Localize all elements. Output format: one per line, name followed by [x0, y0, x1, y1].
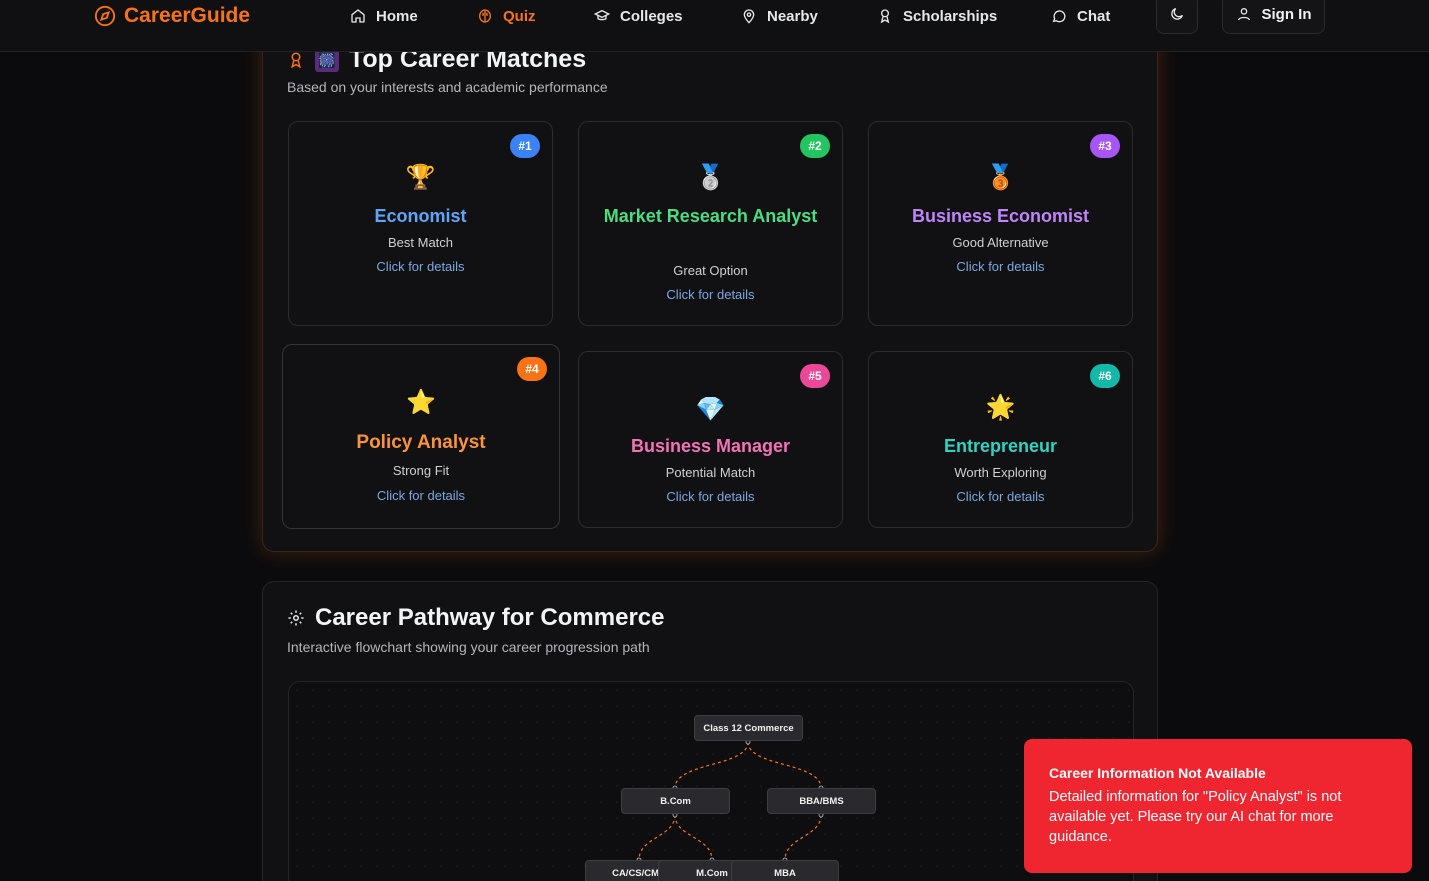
flowchart-edges	[636, 739, 824, 863]
rank-badge: #5	[800, 364, 830, 388]
nav-nearby-label: Nearby	[767, 7, 818, 25]
user-icon	[1237, 7, 1250, 21]
nav-home-label: Home	[376, 7, 418, 25]
glowing-star-icon: 🌟	[985, 394, 1016, 421]
details-link[interactable]: Click for details	[869, 259, 1132, 274]
rank-badge: #1	[510, 134, 540, 158]
nav-scholarships-label: Scholarships	[903, 7, 998, 25]
toast-title: Career Information Not Available	[1049, 765, 1266, 781]
rank-badge: #6	[1090, 364, 1120, 388]
moon-icon	[1171, 8, 1183, 20]
rank-badge: #4	[517, 357, 547, 381]
compass-icon	[94, 5, 116, 27]
career-title: Policy Analyst	[356, 432, 486, 453]
graduation-cap-icon	[594, 9, 610, 21]
details-link[interactable]: Click for details	[289, 259, 552, 274]
career-pathway-subtitle: Interactive flowchart showing your caree…	[287, 639, 650, 655]
message-icon	[1052, 10, 1066, 23]
flow-node-mba[interactable]: MBA	[731, 860, 839, 881]
nav-home[interactable]: Home	[350, 4, 418, 28]
career-tag: Great Option	[673, 263, 748, 278]
map-pin-icon	[743, 9, 755, 24]
nav-chat-label: Chat	[1077, 7, 1111, 25]
career-title: Market Research Analyst	[603, 206, 818, 226]
rank-badge: #3	[1090, 134, 1120, 158]
sign-in-label: Sign In	[1261, 5, 1312, 23]
career-title: Entrepreneur	[943, 436, 1058, 456]
theme-toggle-button[interactable]	[1156, 0, 1198, 34]
top-navbar: CareerGuide Home Quiz Colleges Nearby Sc…	[0, 0, 1429, 52]
details-link[interactable]: Click for details	[869, 489, 1132, 504]
nav-chat[interactable]: Chat	[1051, 4, 1110, 28]
career-card-policy-analyst[interactable]: #4 ⭐ Policy Analyst Strong Fit Click for…	[282, 344, 560, 529]
nav-nearby[interactable]: Nearby	[741, 4, 818, 28]
career-card-economist[interactable]: #1 🏆 Economist Best Match Click for deta…	[288, 121, 553, 326]
flow-node-bcom[interactable]: B.Com	[621, 788, 730, 814]
nav-colleges[interactable]: Colleges	[594, 4, 683, 28]
brand-logo[interactable]: CareerGuide	[94, 4, 250, 28]
gear-icon	[288, 610, 304, 626]
flow-node-class12[interactable]: Class 12 Commerce	[694, 715, 803, 741]
brand-name: CareerGuide	[124, 4, 251, 27]
details-link[interactable]: Click for details	[579, 287, 842, 302]
nav-quiz-label: Quiz	[503, 7, 536, 25]
bronze-medal-icon: 🥉	[985, 164, 1016, 191]
brain-icon	[479, 9, 491, 23]
career-title: Business Economist	[911, 206, 1090, 226]
silver-medal-icon: 🥈	[695, 164, 726, 191]
error-toast[interactable]: Career Information Not Available Detaile…	[1024, 739, 1412, 873]
career-title: Economist	[374, 206, 467, 226]
nav-colleges-label: Colleges	[620, 7, 683, 25]
career-card-business-economist[interactable]: #3 🥉 Business Economist Good Alternative…	[868, 121, 1133, 326]
career-tag: Potential Match	[665, 465, 756, 480]
career-card-market-research-analyst[interactable]: #2 🥈 Market Research Analyst Great Optio…	[578, 121, 843, 326]
career-title: Business Manager	[630, 436, 791, 456]
career-matches-subtitle: Based on your interests and academic per…	[287, 79, 608, 95]
toast-message: Detailed information for "Policy Analyst…	[1049, 789, 1342, 845]
career-pathway-title: Career Pathway for Commerce	[315, 604, 665, 631]
career-card-business-manager[interactable]: #5 💎 Business Manager Potential Match Cl…	[578, 351, 843, 528]
career-tag: Strong Fit	[392, 463, 450, 478]
career-tag: Worth Exploring	[954, 465, 1047, 480]
flowchart-canvas[interactable]: Class 12 Commerce B.Com BBA/BMS CA/CS/CM…	[288, 681, 1134, 881]
career-tag: Good Alternative	[952, 235, 1049, 250]
nav-scholarships[interactable]: Scholarships	[877, 4, 997, 28]
trophy-icon: 🏆	[405, 164, 436, 191]
career-pathway-title-row: Career Pathway for Commerce	[287, 604, 664, 632]
award-icon	[880, 9, 890, 24]
career-matches-panel: 🎆 Top Career Matches Based on your inter…	[262, 0, 1158, 552]
career-tag: Best Match	[387, 235, 454, 250]
home-icon	[351, 9, 365, 23]
nav-quiz[interactable]: Quiz	[477, 4, 536, 28]
award-icon	[291, 52, 301, 68]
details-link[interactable]: Click for details	[283, 488, 559, 503]
gem-icon: 💎	[695, 396, 726, 423]
career-card-entrepreneur[interactable]: #6 🌟 Entrepreneur Worth Exploring Click …	[868, 351, 1133, 528]
rank-badge: #2	[800, 134, 830, 158]
details-link[interactable]: Click for details	[579, 489, 842, 504]
star-icon: ⭐	[406, 389, 436, 416]
flow-node-bba[interactable]: BBA/BMS	[767, 788, 876, 814]
sign-in-button[interactable]: Sign In	[1222, 0, 1325, 34]
